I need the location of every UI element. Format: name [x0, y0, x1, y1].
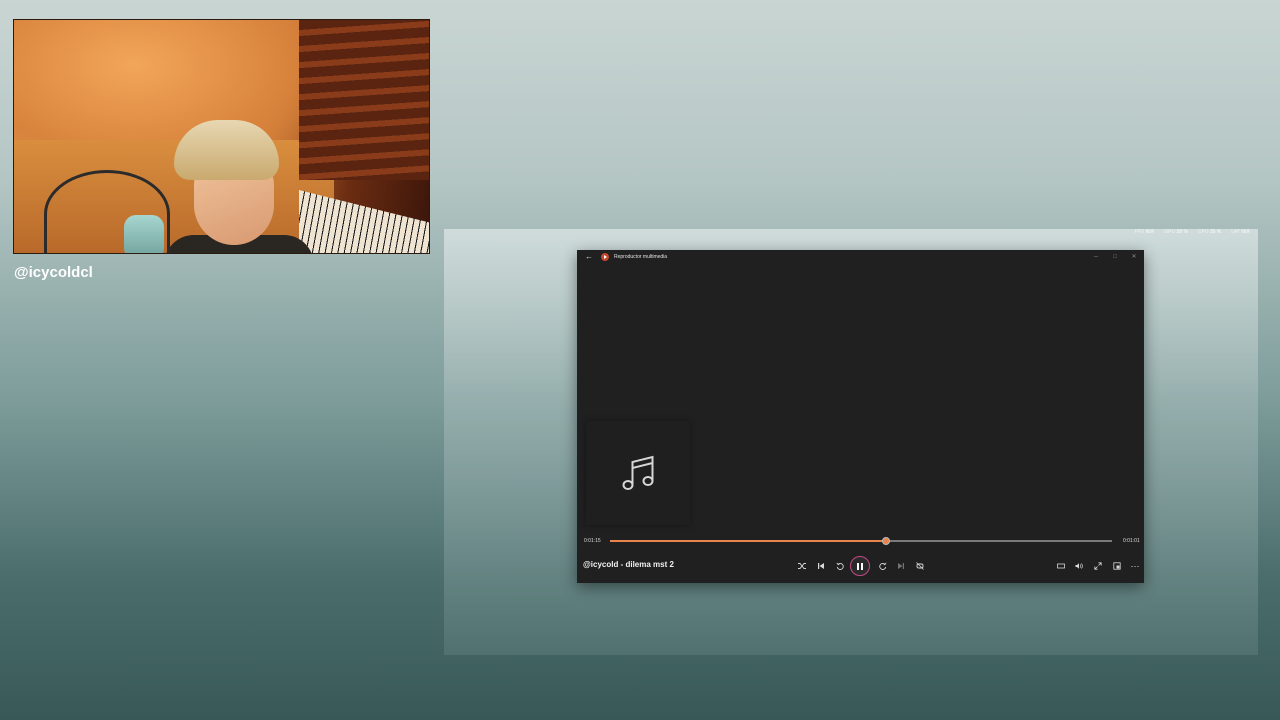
volume-button[interactable]: [1072, 559, 1086, 573]
fullscreen-button[interactable]: [1091, 559, 1105, 573]
stat-fps: FPS N/A: [1134, 229, 1155, 235]
pause-icon-bar-left: [857, 562, 859, 570]
person-hair: [174, 120, 279, 180]
media-player-window: ← Reproductor multimedia ─ □ ✕ 0:01:15 0…: [577, 250, 1144, 583]
repeat-button[interactable]: [913, 559, 927, 573]
repeat-off-icon: [916, 562, 924, 570]
streamer-username: @icycoldcl: [14, 264, 93, 281]
picture-in-picture-icon: [1113, 562, 1121, 570]
more-options-icon: ⋯: [1130, 561, 1140, 571]
pause-icon-bar-right: [861, 562, 863, 570]
window-title: Reproductor multimedia: [614, 254, 668, 260]
shuffle-icon: [798, 563, 806, 569]
next-icon: [898, 563, 904, 569]
microphone: [124, 215, 164, 253]
forward-icon: [879, 562, 887, 570]
webcam-person: [164, 120, 314, 253]
volume-icon: [1075, 563, 1083, 569]
close-icon: ✕: [1131, 254, 1137, 260]
minimize-icon: ─: [1093, 254, 1099, 260]
more-options-button[interactable]: ⋯: [1128, 559, 1142, 573]
fullscreen-icon: [1094, 562, 1102, 570]
elapsed-time: 0:01:15: [584, 538, 601, 544]
compact-overlay-button[interactable]: [1110, 559, 1124, 573]
rewind-10-button[interactable]: [833, 559, 847, 573]
seek-bar[interactable]: [610, 537, 1112, 545]
webcam-feed: [13, 19, 430, 254]
previous-icon: [818, 563, 824, 569]
miniplayer-button[interactable]: [1054, 559, 1068, 573]
seek-bar-progress: [610, 540, 887, 542]
performance-overlay: FPS N/A GPU 28 % CPU 35 % LAT N/A: [1135, 229, 1250, 237]
stat-cpu: CPU 35 %: [1197, 229, 1222, 235]
webcam-window-blinds: [299, 20, 429, 180]
forward-30-button[interactable]: [876, 559, 890, 573]
rewind-icon: [836, 562, 844, 570]
miniplayer-icon: [1057, 563, 1065, 569]
maximize-button[interactable]: □: [1108, 251, 1122, 263]
play-pause-button[interactable]: [850, 556, 870, 576]
title-bar: ← Reproductor multimedia ─ □ ✕: [577, 250, 1144, 264]
media-player-logo-icon: [601, 253, 609, 261]
webcam-piano-keys: [299, 190, 429, 253]
track-title: @icycold - dilema mst 2: [583, 560, 674, 569]
maximize-icon: □: [1113, 254, 1117, 260]
next-button[interactable]: [894, 559, 908, 573]
shuffle-button[interactable]: [795, 559, 809, 573]
previous-button[interactable]: [814, 559, 828, 573]
album-art-placeholder: [586, 421, 690, 525]
total-duration: 0:01:01: [1123, 538, 1140, 544]
back-button[interactable]: ←: [584, 252, 594, 262]
music-note-icon: [622, 455, 654, 490]
stat-gpu: GPU 28 %: [1164, 229, 1188, 235]
minimize-button[interactable]: ─: [1089, 251, 1103, 263]
seek-bar-thumb[interactable]: [882, 537, 891, 545]
close-button[interactable]: ✕: [1127, 251, 1141, 263]
back-arrow-icon: ←: [585, 252, 593, 261]
stat-lat: LAT N/A: [1231, 229, 1250, 235]
